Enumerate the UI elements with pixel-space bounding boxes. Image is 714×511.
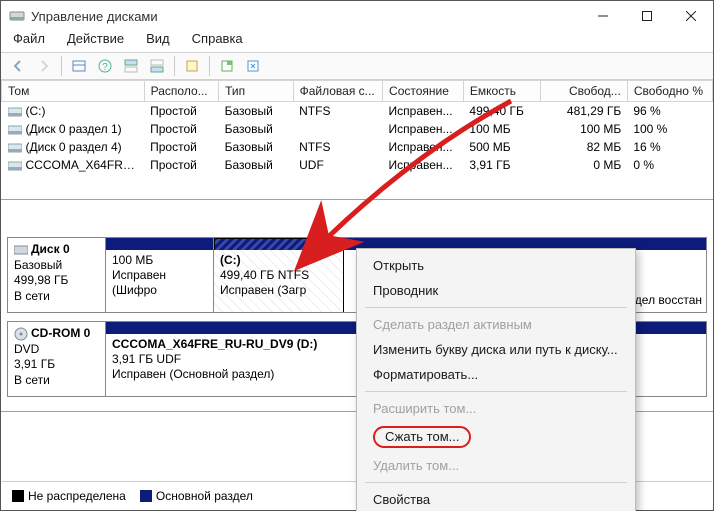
ctx-format[interactable]: Форматировать...: [357, 362, 635, 387]
column-headers[interactable]: Том Располо... Тип Файловая с... Состоян…: [2, 81, 713, 102]
partition[interactable]: (C:)499,40 ГБ NTFSИсправен (Загр: [214, 238, 344, 312]
close-button[interactable]: [669, 1, 713, 31]
volume-list: Том Располо... Тип Файловая с... Состоян…: [1, 80, 713, 200]
volume-icon: [8, 160, 22, 172]
col-fs[interactable]: Файловая с...: [293, 81, 382, 102]
col-layout[interactable]: Располо...: [144, 81, 219, 102]
back-icon[interactable]: [7, 55, 29, 77]
ctx-open[interactable]: Открыть: [357, 253, 635, 278]
titlebar: Управление дисками: [1, 1, 713, 31]
col-freepct[interactable]: Свободно %: [627, 81, 712, 102]
col-type[interactable]: Тип: [219, 81, 294, 102]
ctx-shrink[interactable]: Сжать том...: [357, 421, 635, 453]
legend-primary: Основной раздел: [140, 489, 253, 503]
props-icon[interactable]: [181, 55, 203, 77]
view-icon[interactable]: [68, 55, 90, 77]
save-icon[interactable]: [216, 55, 238, 77]
partition[interactable]: 100 МБИсправен (Шифро: [106, 238, 214, 312]
toolbar: ?: [1, 52, 713, 80]
ctx-extend: Расширить том...: [357, 396, 635, 421]
disk-header[interactable]: Диск 0Базовый499,98 ГБВ сети: [8, 238, 106, 312]
ctx-make-active: Сделать раздел активным: [357, 312, 635, 337]
table-row[interactable]: (Диск 0 раздел 1)ПростойБазовыйИсправен.…: [2, 120, 713, 138]
ctx-delete: Удалить том...: [357, 453, 635, 478]
table-row[interactable]: CCCOMA_X64FRE...ПростойБазовыйUDFИсправе…: [2, 156, 713, 174]
col-volume[interactable]: Том: [2, 81, 145, 102]
col-capacity[interactable]: Емкость: [463, 81, 540, 102]
col-status[interactable]: Состояние: [383, 81, 464, 102]
minimize-button[interactable]: [581, 1, 625, 31]
disk-mgmt-icon: [9, 8, 25, 24]
menu-help[interactable]: Справка: [192, 31, 243, 46]
svg-text:?: ?: [102, 62, 108, 73]
hdd-icon: [14, 244, 28, 256]
refresh-icon[interactable]: [242, 55, 264, 77]
cdrom-icon: [14, 327, 28, 341]
window-title: Управление дисками: [31, 9, 581, 24]
help-toolbar-icon[interactable]: ?: [94, 55, 116, 77]
forward-icon[interactable]: [33, 55, 55, 77]
ctx-change-letter[interactable]: Изменить букву диска или путь к диску...: [357, 337, 635, 362]
maximize-button[interactable]: [625, 1, 669, 31]
menu-action[interactable]: Действие: [67, 31, 124, 46]
list-top-icon[interactable]: [120, 55, 142, 77]
menu-view[interactable]: Вид: [146, 31, 170, 46]
disk-header[interactable]: CD-ROM 0DVD3,91 ГБВ сети: [8, 322, 106, 396]
volume-icon: [8, 106, 22, 118]
legend-unallocated: Не распределена: [12, 489, 126, 503]
list-bottom-icon[interactable]: [146, 55, 168, 77]
volume-icon: [8, 142, 22, 154]
ctx-properties[interactable]: Свойства: [357, 487, 635, 511]
menu-file[interactable]: Файл: [13, 31, 45, 46]
col-free[interactable]: Свобод...: [540, 81, 627, 102]
volume-icon: [8, 124, 22, 136]
ctx-explore[interactable]: Проводник: [357, 278, 635, 303]
table-row[interactable]: (C:)ПростойБазовыйNTFSИсправен...499,40 …: [2, 102, 713, 121]
context-menu: Открыть Проводник Сделать раздел активны…: [356, 248, 636, 511]
table-row[interactable]: (Диск 0 раздел 4)ПростойБазовыйNTFSИспра…: [2, 138, 713, 156]
menubar: Файл Действие Вид Справка: [1, 31, 713, 52]
